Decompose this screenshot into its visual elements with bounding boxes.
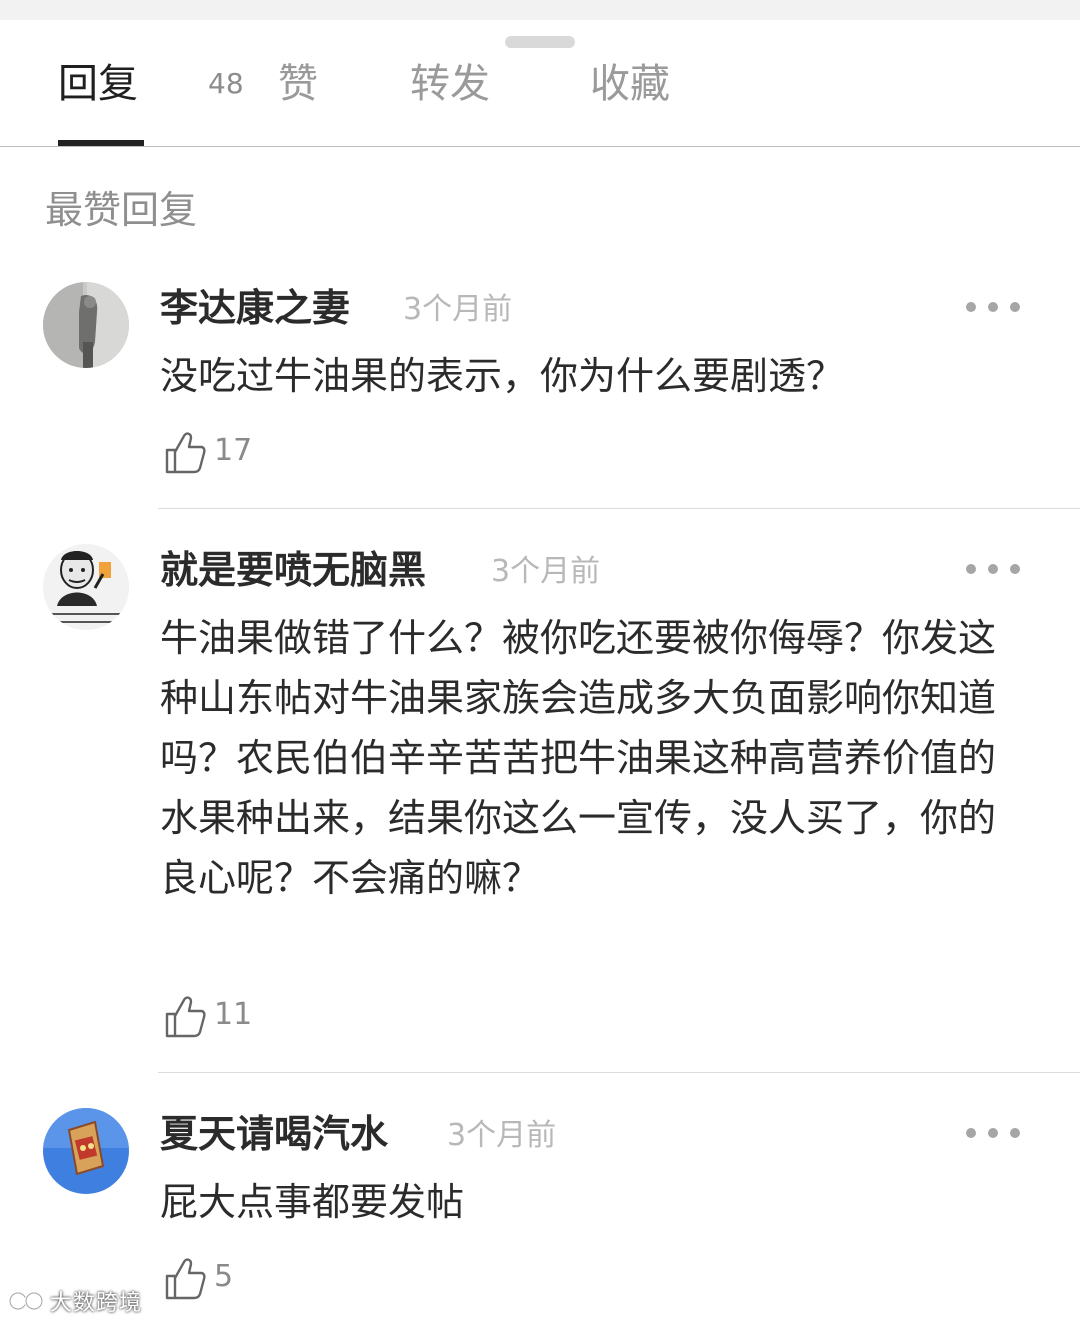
- meme-avatar-icon[interactable]: [43, 544, 129, 630]
- dot-icon: [966, 302, 976, 312]
- dot-icon: [988, 302, 998, 312]
- more-options-button[interactable]: [966, 554, 1020, 584]
- divider: [158, 1072, 1080, 1073]
- username[interactable]: 夏天请喝汽水: [160, 1108, 388, 1160]
- thumbs-up-icon: [165, 432, 206, 474]
- dot-icon: [1010, 302, 1020, 312]
- tab-replies-label: 回复: [58, 61, 138, 107]
- dot-icon: [988, 564, 998, 574]
- dot-icon: [966, 1128, 976, 1138]
- comment-text: 牛油果做错了什么？被你吃还要被你侮辱？你发这种山东帖对牛油果家族会造成多大负面影…: [160, 616, 997, 900]
- watermark-logo-icon: [8, 1287, 46, 1315]
- timestamp: 3个月前: [491, 554, 601, 589]
- dot-icon: [1010, 564, 1020, 574]
- like-count: 17: [214, 433, 253, 468]
- thumbs-up-icon: [165, 1258, 206, 1300]
- username[interactable]: 李达康之妻: [160, 282, 350, 334]
- tab-bar: 回复 48 赞 转发 收藏: [0, 50, 1080, 147]
- dot-icon: [1010, 1128, 1020, 1138]
- comment-text: 屁大点事都要发帖: [160, 1180, 465, 1224]
- tab-reposts[interactable]: 转发: [410, 58, 490, 110]
- watermark-text: 大数跨境: [50, 1291, 143, 1316]
- tab-replies-count: 48: [208, 67, 244, 100]
- photo-avatar-icon[interactable]: [43, 282, 129, 368]
- more-options-button[interactable]: [966, 1118, 1020, 1148]
- thumbs-up-icon: [165, 996, 206, 1038]
- tab-replies[interactable]: 回复 48: [58, 58, 244, 110]
- timestamp: 3个月前: [447, 1118, 557, 1153]
- divider: [158, 508, 1080, 509]
- section-title: 最赞回复: [45, 188, 198, 232]
- timestamp: 3个月前: [403, 292, 513, 327]
- like-count: 11: [214, 997, 253, 1032]
- drag-handle[interactable]: [505, 36, 575, 48]
- blue-sky-avatar-icon[interactable]: [43, 1108, 129, 1194]
- more-options-button[interactable]: [966, 292, 1020, 322]
- like-count: 5: [214, 1259, 234, 1294]
- dot-icon: [966, 564, 976, 574]
- watermark: 大数跨境: [8, 1284, 142, 1318]
- top-strip: [0, 0, 1080, 20]
- comment-text: 没吃过牛油果的表示，你为什么要剧透？: [160, 354, 845, 398]
- dot-icon: [988, 1128, 998, 1138]
- tab-likes[interactable]: 赞: [278, 58, 318, 110]
- reply-panel: 回复 48 赞 转发 收藏 最赞回复 李达康之妻 3个月前 没吃过牛油果的表示，…: [0, 0, 1080, 1320]
- tab-favorites[interactable]: 收藏: [590, 58, 670, 110]
- active-tab-indicator: [58, 140, 144, 146]
- username[interactable]: 就是要喷无脑黑: [160, 544, 426, 596]
